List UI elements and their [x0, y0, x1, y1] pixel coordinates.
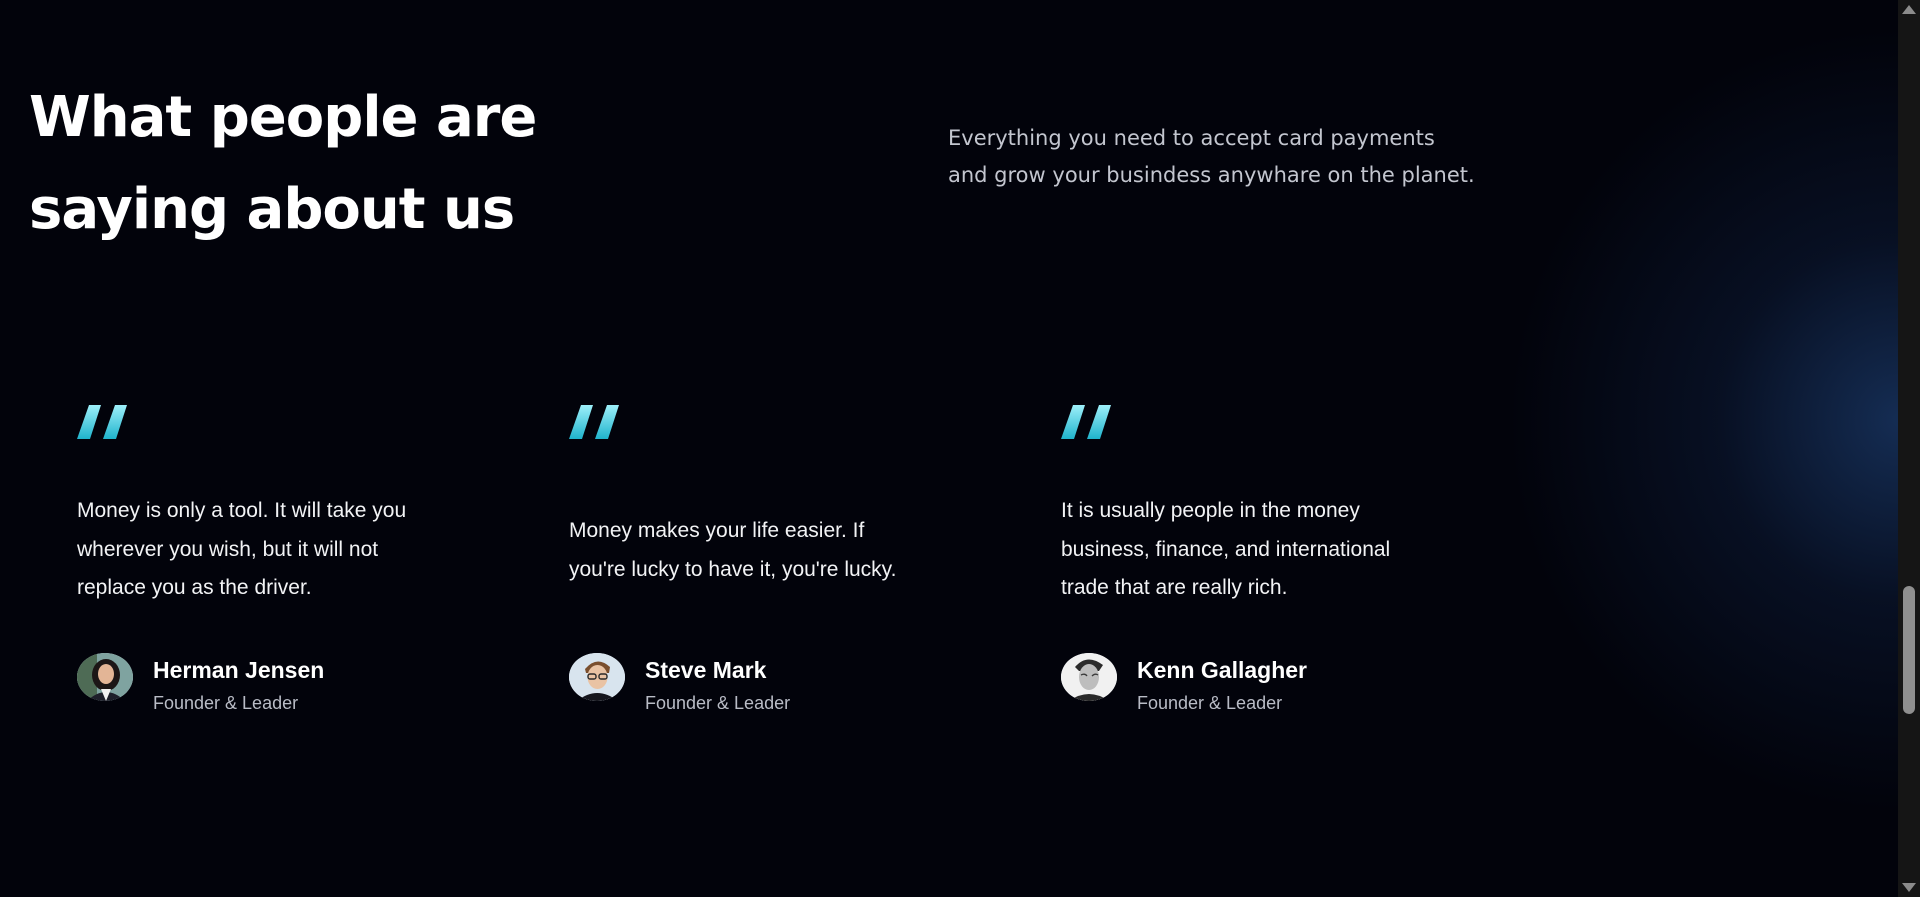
testimonial-card: It is usually people in the money busine… — [1061, 405, 1461, 735]
page: What people are saying about us Everythi… — [0, 0, 1898, 897]
author-name: Steve Mark — [645, 657, 767, 683]
avatar — [569, 653, 625, 701]
testimonial-author: Herman Jensen Founder & Leader — [77, 653, 457, 713]
quote-icon — [77, 405, 127, 439]
section-intro: Everything you need to accept card payme… — [948, 120, 1528, 194]
avatar — [77, 653, 133, 701]
heading-line-1: What people are — [29, 85, 537, 150]
testimonial-card: Money is only a tool. It will take you w… — [77, 405, 477, 735]
testimonial-author: Steve Mark Founder & Leader — [569, 653, 949, 713]
testimonial-text: It is usually people in the money busine… — [1061, 499, 1391, 599]
author-role: Founder & Leader — [645, 693, 791, 713]
intro-line-2: and grow your busindess anywhare on the … — [948, 163, 1475, 187]
page-scrollbar[interactable] — [1898, 0, 1920, 897]
testimonial-text: Money makes your life easier. If you're … — [569, 519, 897, 581]
author-role: Founder & Leader — [153, 693, 299, 713]
section-heading: What people are saying about us — [29, 72, 589, 256]
author-name: Herman Jensen — [153, 657, 325, 683]
intro-line-1: Everything you need to accept card payme… — [948, 126, 1435, 150]
testimonial-text: Money is only a tool. It will take you w… — [77, 499, 407, 599]
testimonial-author: Kenn Gallagher Founder & Leader — [1061, 653, 1441, 713]
avatar-photo-icon — [1061, 653, 1117, 701]
quote-icon — [1061, 405, 1111, 439]
scroll-up-arrow-icon[interactable] — [1902, 5, 1916, 14]
avatar-photo-icon — [569, 653, 625, 701]
avatar-photo-icon — [77, 653, 133, 701]
scrollbar-thumb[interactable] — [1903, 586, 1915, 714]
scroll-down-arrow-icon[interactable] — [1902, 883, 1916, 892]
author-role: Founder & Leader — [1137, 693, 1283, 713]
heading-line-2: saying about us — [29, 177, 515, 242]
quote-icon — [569, 405, 619, 439]
avatar — [1061, 653, 1117, 701]
testimonial-card: Money makes your life easier. If you're … — [569, 405, 969, 735]
author-name: Kenn Gallagher — [1137, 657, 1307, 683]
